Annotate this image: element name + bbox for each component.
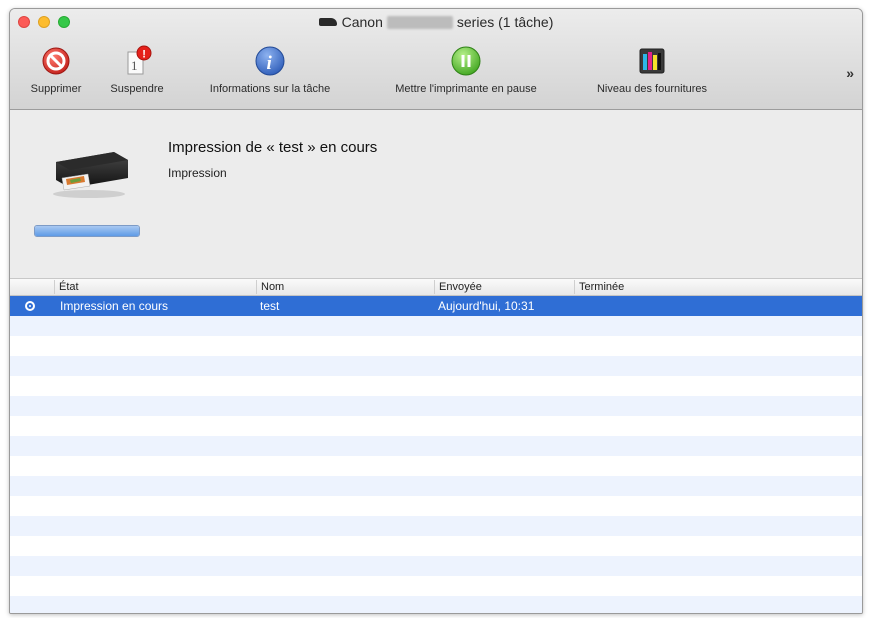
job-info-pane: Impression de « test » en cours Impressi… xyxy=(10,110,862,279)
window-toolbar: Canon series (1 tâche) Supprimer 1 ! Susp… xyxy=(10,9,862,110)
print-queue-window: Canon series (1 tâche) Supprimer 1 ! Susp… xyxy=(9,8,863,614)
svg-text:!: ! xyxy=(142,48,146,60)
model-name-redacted xyxy=(386,16,453,29)
empty-row xyxy=(10,316,862,336)
suspend-job-label: Suspendre xyxy=(110,83,164,95)
cell-envoyee: Aujourd'hui, 10:31 xyxy=(438,299,535,313)
empty-row xyxy=(10,496,862,516)
cell-etat: Impression en cours xyxy=(60,299,169,313)
job-info-label: Informations sur la tâche xyxy=(209,83,331,95)
empty-row xyxy=(10,576,862,596)
empty-row xyxy=(10,476,862,496)
printer-image-icon xyxy=(53,152,128,198)
table-row[interactable]: Impression en cours test Aujourd'hui, 10… xyxy=(10,296,862,316)
info-icon: i xyxy=(255,46,285,76)
empty-row xyxy=(10,536,862,556)
svg-text:i: i xyxy=(267,53,273,74)
job-progress-fill xyxy=(35,226,139,236)
toolbar-overflow-button[interactable]: » xyxy=(846,65,854,81)
empty-row xyxy=(10,336,862,356)
empty-row xyxy=(10,556,862,576)
column-header-nom[interactable]: Nom xyxy=(256,280,434,294)
job-progress-bar xyxy=(34,225,140,237)
printing-status-icon xyxy=(25,301,35,311)
svg-text:1: 1 xyxy=(131,58,138,73)
empty-row xyxy=(10,456,862,476)
empty-row xyxy=(10,396,862,416)
empty-row xyxy=(10,356,862,376)
window-title-suffix: series (1 tâche) xyxy=(456,14,554,30)
job-table-header: État Nom Envoyée Terminée xyxy=(10,279,862,296)
pause-icon xyxy=(451,46,481,76)
empty-row xyxy=(10,376,862,396)
job-table-body: Impression en cours test Aujourd'hui, 10… xyxy=(10,296,862,613)
delete-icon xyxy=(42,47,70,75)
job-title: Impression de « test » en cours xyxy=(168,139,378,156)
empty-row xyxy=(10,436,862,456)
delete-job-label: Supprimer xyxy=(30,83,82,95)
column-header-envoyee[interactable]: Envoyée xyxy=(434,280,574,294)
pause-printer-label: Mettre l'imprimante en pause xyxy=(395,83,537,95)
window-title: Canon series (1 tâche) xyxy=(10,14,862,30)
printer-icon xyxy=(318,18,337,26)
cell-nom: test xyxy=(260,299,280,313)
empty-row xyxy=(10,596,862,613)
empty-row xyxy=(10,416,862,436)
column-header-terminee[interactable]: Terminée xyxy=(574,280,862,294)
supply-levels-label: Niveau des fournitures xyxy=(596,83,708,95)
job-status: Impression xyxy=(168,166,227,180)
empty-row xyxy=(10,516,862,536)
supply-level-icon xyxy=(639,48,665,74)
column-header-etat[interactable]: État xyxy=(54,280,256,294)
suspend-icon: 1 ! xyxy=(127,45,152,75)
window-title-prefix: Canon xyxy=(341,14,383,30)
